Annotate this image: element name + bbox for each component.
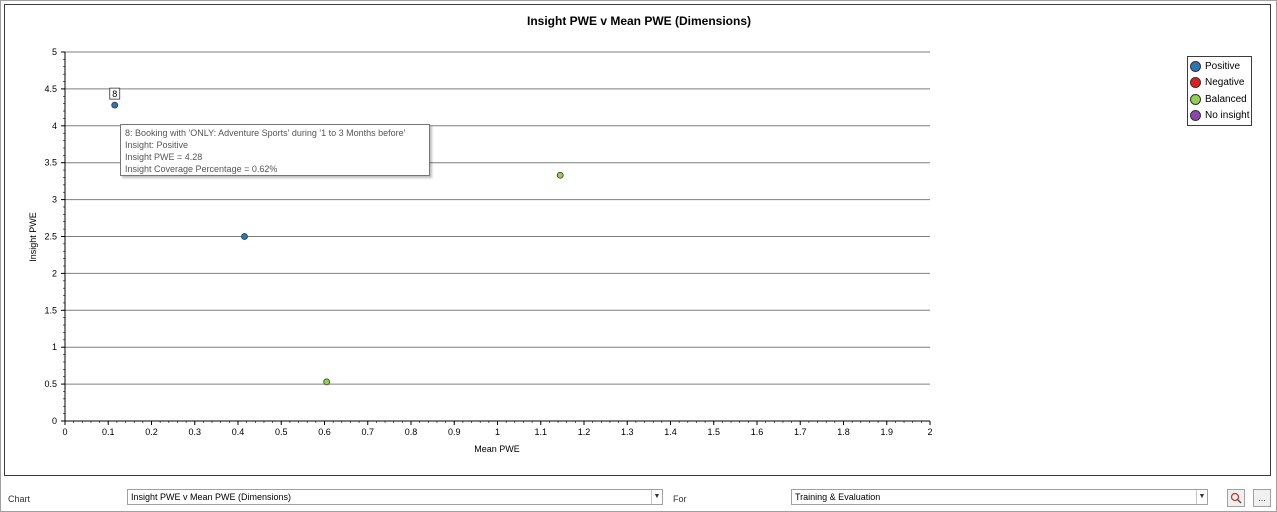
- for-label: For: [673, 494, 687, 504]
- chart-title: Insight PWE v Mean PWE (Dimensions): [527, 14, 751, 28]
- zoom-button[interactable]: [1227, 489, 1245, 507]
- data-point: [241, 233, 248, 240]
- x-tick-label: 0.3: [188, 427, 201, 437]
- y-tick-label: 0.5: [44, 379, 57, 389]
- y-tick-label: 3.5: [44, 158, 57, 168]
- y-tick-label: 2.5: [44, 232, 57, 242]
- chevron-down-icon[interactable]: ▼: [1196, 490, 1207, 504]
- x-tick-label: 0.2: [145, 427, 158, 437]
- y-tick-label: 4.5: [44, 84, 57, 94]
- y-tick-label: 2: [52, 268, 57, 278]
- y-tick-label: 4: [52, 121, 57, 131]
- zoom-icon: [1230, 492, 1242, 504]
- legend-label: Balanced: [1205, 93, 1247, 105]
- legend-item-balanced[interactable]: Balanced: [1188, 91, 1251, 108]
- chart-select[interactable]: Insight PWE v Mean PWE (Dimensions) ▼: [127, 489, 663, 505]
- x-tick-label: 1.9: [880, 427, 893, 437]
- x-tick-label: 0.6: [318, 427, 331, 437]
- x-tick-label: 1: [495, 427, 500, 437]
- tooltip-title: 8: Booking with 'ONLY: Adventure Sports'…: [125, 128, 406, 138]
- tooltip-pwe: Insight PWE = 4.28: [125, 152, 203, 162]
- x-tick-label: 0.7: [361, 427, 374, 437]
- y-axis-label: Insight PWE: [28, 212, 38, 262]
- tooltip-coverage: Insight Coverage Percentage = 0.62%: [125, 164, 278, 174]
- x-tick-label: 0.8: [405, 427, 418, 437]
- no-insight-swatch-icon: [1190, 110, 1201, 122]
- more-options-button[interactable]: ...: [1253, 489, 1271, 507]
- x-tick-label: 1.3: [621, 427, 634, 437]
- data-point: [323, 378, 331, 386]
- chart-legend: Positive Negative Balanced No insight: [1187, 56, 1252, 126]
- legend-label: Negative: [1205, 77, 1245, 89]
- y-tick-label: 3: [52, 195, 57, 205]
- negative-swatch-icon: [1190, 77, 1201, 89]
- scatter-chart: Insight PWE v Mean PWE (Dimensions) 0 0.5…: [28, 14, 933, 454]
- y-tick-label: 5: [52, 47, 57, 57]
- x-tick-label: 0.1: [102, 427, 115, 437]
- y-tick-label: 0: [52, 416, 57, 426]
- data-point: [111, 101, 119, 109]
- x-tick-label: 1.8: [837, 427, 850, 437]
- legend-item-negative[interactable]: Negative: [1188, 75, 1251, 92]
- balanced-swatch-icon: [1190, 93, 1201, 105]
- chart-controls-bar: Chart Insight PWE v Mean PWE (Dimensions…: [0, 484, 1277, 512]
- chart-label: Chart: [8, 494, 31, 504]
- x-tick-label: 1.5: [707, 427, 720, 437]
- x-tick-label: 0.9: [448, 427, 461, 437]
- chart-panel: Insight PWE v Mean PWE (Dimensions) 0 0.5…: [4, 4, 1271, 476]
- legend-item-no-insight[interactable]: No insight: [1188, 108, 1251, 125]
- point-label: 8: [112, 89, 117, 99]
- chart-select-value: Insight PWE v Mean PWE (Dimensions): [131, 492, 292, 502]
- x-tick-label: 1.1: [534, 427, 547, 437]
- x-tick-label: 0.4: [232, 427, 245, 437]
- x-tick-label: 0: [62, 427, 67, 437]
- x-tick-label: 1.7: [794, 427, 807, 437]
- positive-swatch-icon: [1190, 60, 1201, 72]
- legend-label: Positive: [1205, 60, 1241, 72]
- x-tick-label: 1.2: [578, 427, 591, 437]
- chevron-down-icon[interactable]: ▼: [651, 490, 662, 504]
- y-tick-label: 1: [52, 342, 57, 352]
- for-select-value: Training & Evaluation: [795, 492, 881, 502]
- point-tooltip: 8: Booking with 'ONLY: Adventure Sports'…: [120, 124, 430, 176]
- x-tick-label: 2: [927, 427, 932, 437]
- tooltip-insight: Insight: Positive: [125, 140, 189, 150]
- for-select[interactable]: Training & Evaluation ▼: [791, 489, 1208, 505]
- data-point: [556, 171, 564, 179]
- legend-label: No insight: [1205, 110, 1250, 122]
- x-tick-label: 1.4: [664, 427, 677, 437]
- x-tick-label: 0.5: [275, 427, 288, 437]
- legend-item-positive[interactable]: Positive: [1188, 58, 1251, 75]
- y-tick-label: 1.5: [44, 305, 57, 315]
- x-tick-label: 1.6: [751, 427, 764, 437]
- x-axis-label: Mean PWE: [474, 444, 520, 454]
